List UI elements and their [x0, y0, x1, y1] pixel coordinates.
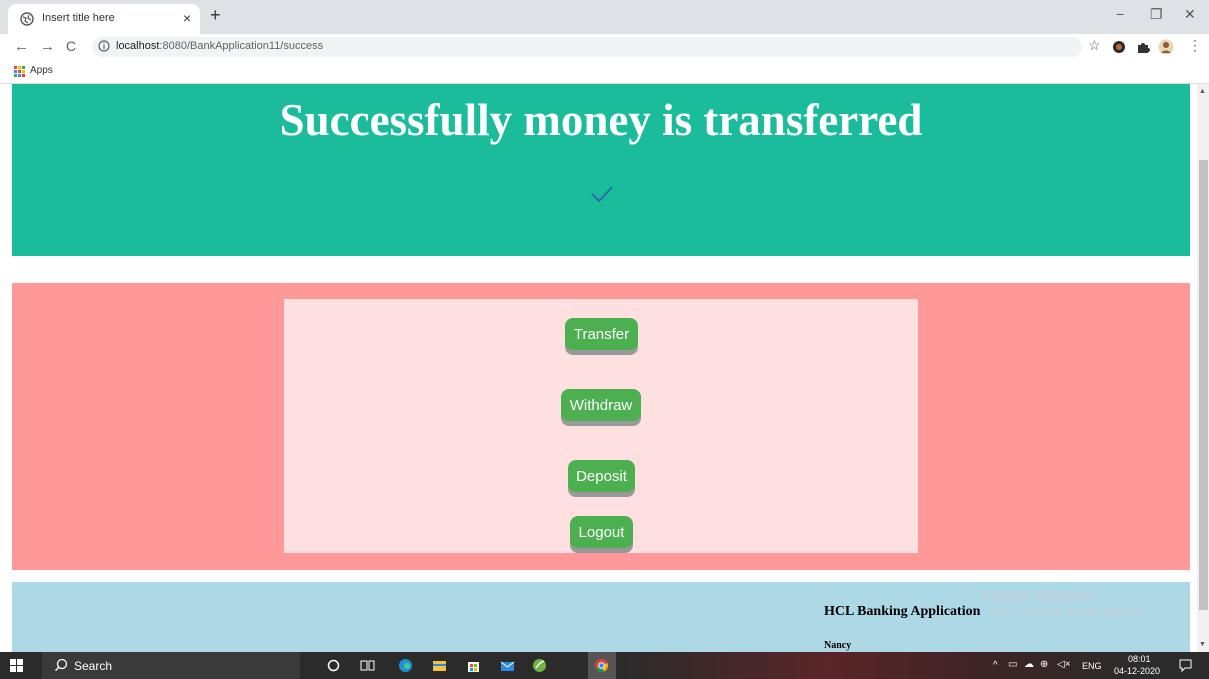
apps-grid-icon[interactable]: [14, 66, 25, 77]
clock-date[interactable]: 04-12-2020: [1114, 666, 1160, 676]
volume-icon[interactable]: ◁×: [1057, 659, 1071, 670]
profile-avatar-icon[interactable]: [1158, 39, 1174, 55]
minimize-icon[interactable]: −: [1116, 6, 1124, 22]
cortana-icon[interactable]: [326, 658, 341, 673]
search-icon: [55, 658, 68, 672]
task-view-icon[interactable]: [360, 658, 375, 673]
store-icon[interactable]: [466, 658, 481, 673]
menu-section: Transfer Withdraw Deposit Logout: [12, 283, 1190, 570]
back-icon[interactable]: ←: [14, 38, 29, 55]
footer-title: HCL Banking Application: [824, 604, 981, 619]
scrollbar-thumb[interactable]: [1199, 160, 1208, 610]
page-viewport: Successfully money is transferred Transf…: [0, 84, 1197, 652]
edge-icon[interactable]: [398, 658, 413, 673]
browser-tab[interactable]: Insert title here ×: [8, 4, 200, 34]
globe-icon: [20, 12, 34, 26]
page-title: Successfully money is transferred: [279, 95, 923, 145]
cloud-icon[interactable]: ☁: [1024, 659, 1034, 670]
mail-icon[interactable]: [500, 658, 515, 673]
address-bar: ← → C localhost:8080/BankApplication11/s…: [0, 34, 1209, 60]
withdraw-button[interactable]: Withdraw: [561, 389, 641, 421]
restore-icon[interactable]: ❐: [1150, 6, 1163, 23]
notifications-icon[interactable]: [1178, 658, 1193, 673]
extension-icon[interactable]: [1112, 40, 1126, 54]
browser-menu-icon[interactable]: ⋮: [1188, 37, 1202, 54]
footer-username: Nancy: [824, 640, 852, 651]
tray-chevron-icon[interactable]: ^: [993, 660, 998, 671]
url-text: localhost:8080/BankApplication11/success: [116, 40, 324, 52]
bookmarks-bar: Apps: [0, 60, 1209, 84]
forward-icon[interactable]: →: [40, 38, 55, 55]
scroll-up-icon[interactable]: ▲: [1199, 88, 1206, 95]
spring-tool-icon[interactable]: [532, 658, 547, 673]
menu-box: Transfer Withdraw Deposit Logout: [284, 299, 918, 553]
deposit-button[interactable]: Deposit: [568, 460, 635, 492]
file-explorer-icon[interactable]: [432, 658, 447, 673]
success-header: Successfully money is transferred: [12, 84, 1190, 256]
close-window-icon[interactable]: ✕: [1184, 6, 1196, 23]
tab-title: Insert title here: [42, 12, 115, 24]
checkmark-icon: [591, 186, 613, 203]
scroll-down-icon[interactable]: ▼: [1199, 641, 1206, 648]
windows-start-icon[interactable]: [10, 659, 23, 672]
chrome-icon[interactable]: [594, 658, 609, 673]
new-tab-icon[interactable]: +: [210, 5, 221, 26]
apps-bookmark[interactable]: Apps: [30, 65, 53, 76]
puzzle-icon[interactable]: [1136, 40, 1150, 54]
browser-tab-bar: Insert title here × + − ❐ ✕: [0, 0, 1209, 34]
search-label: Search: [74, 659, 113, 673]
language-indicator[interactable]: ENG: [1082, 661, 1102, 671]
reload-icon[interactable]: C: [66, 38, 76, 54]
activate-windows-watermark: Activate Windows: [981, 587, 1092, 603]
taskbar-search[interactable]: Search: [42, 652, 300, 679]
network-icon[interactable]: ⊕: [1040, 659, 1048, 670]
transfer-button[interactable]: Transfer: [565, 318, 638, 350]
bookmark-star-icon[interactable]: ☆: [1088, 37, 1101, 54]
taskbar: Search ^ ▭ ☁ ⊕ ◁× ENG 08:01 04-12-2020: [0, 652, 1209, 679]
info-icon: [98, 40, 110, 52]
logout-button[interactable]: Logout: [570, 516, 633, 548]
battery-icon[interactable]: ▭: [1008, 659, 1017, 670]
close-tab-icon[interactable]: ×: [183, 10, 191, 26]
clock-time[interactable]: 08:01: [1128, 654, 1151, 664]
activate-windows-subtext: Go to Settings to activate Windows.: [989, 607, 1147, 618]
url-input[interactable]: localhost:8080/BankApplication11/success: [92, 37, 1082, 57]
